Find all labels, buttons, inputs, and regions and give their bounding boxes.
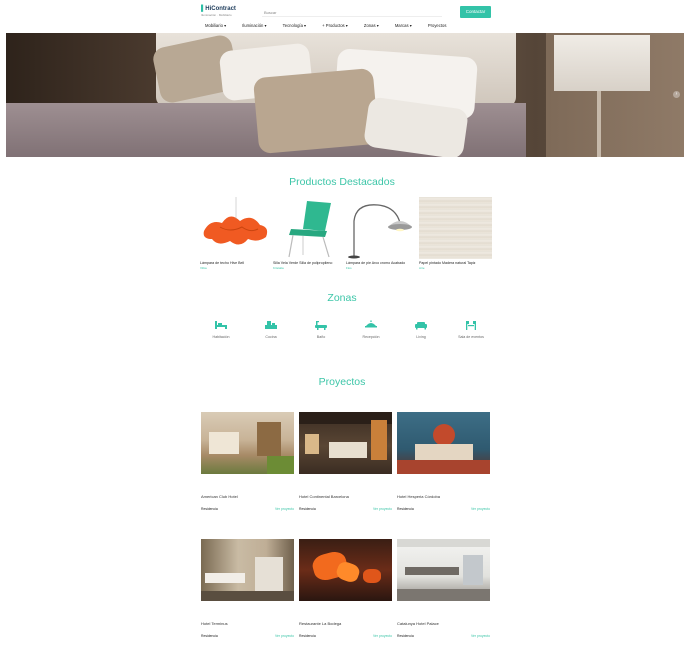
project-card[interactable]: Hotel Terminus Residencia Ver proyecto bbox=[201, 539, 294, 638]
search-input[interactable]: Buscar bbox=[262, 8, 442, 17]
project-zone: Residencia bbox=[299, 507, 316, 511]
product-brand: Kristalia bbox=[273, 266, 284, 270]
zone-label: Cocina bbox=[265, 335, 277, 339]
nav-item-marcas[interactable]: Marcas ▾ bbox=[395, 23, 412, 31]
site-logo[interactable]: ▌HiContract Iluminación · Mobiliario bbox=[201, 6, 245, 20]
zone-item-sala-eventos[interactable]: Sala de eventos bbox=[451, 320, 491, 339]
product-name: Papel pintado Madera natural Tapiz bbox=[419, 261, 476, 265]
product-card[interactable]: Silla Vela Verde Silla de polipropileno … bbox=[273, 197, 346, 270]
nav-item-proyectos[interactable]: Proyectos bbox=[428, 23, 447, 31]
project-card[interactable]: Restaurante La Bodega Residencia Ver pro… bbox=[299, 539, 392, 638]
product-image bbox=[419, 197, 492, 259]
project-name: Hotel Hesperia Córdoba bbox=[397, 494, 440, 499]
zone-label: Sala de eventos bbox=[458, 335, 484, 339]
project-image bbox=[201, 539, 294, 601]
zone-item-cocina[interactable]: Cocina bbox=[251, 320, 291, 339]
project-image bbox=[299, 539, 392, 601]
project-image bbox=[299, 412, 392, 474]
view-project-link[interactable]: Ver proyecto bbox=[471, 507, 490, 511]
product-image bbox=[346, 197, 419, 259]
logo-tagline: Iluminación · Mobiliario bbox=[201, 13, 232, 17]
zone-item-recepcion[interactable]: Recepción bbox=[351, 320, 391, 339]
hero-banner[interactable]: › bbox=[6, 33, 684, 157]
project-zone: Residencia bbox=[299, 634, 316, 638]
view-project-link[interactable]: Ver proyecto bbox=[275, 507, 294, 511]
product-card[interactable]: Lámpara de pie Arco cromo Acabado Flos bbox=[346, 197, 419, 270]
product-brand: Vibia bbox=[200, 266, 207, 270]
zone-label: Living bbox=[416, 335, 426, 339]
project-name: Catalunya Hotel Palace bbox=[397, 621, 439, 626]
kitchen-icon bbox=[265, 321, 277, 329]
zone-item-bano[interactable]: Baño bbox=[301, 320, 341, 339]
sofa-icon bbox=[415, 322, 427, 330]
contact-button[interactable]: Contactar bbox=[460, 6, 491, 18]
projects-title: Proyectos bbox=[318, 376, 366, 388]
view-project-link[interactable]: Ver proyecto bbox=[471, 634, 490, 638]
project-name: Hotel Terminus bbox=[201, 621, 228, 626]
zones-title: Zonas bbox=[327, 292, 357, 304]
bed-icon bbox=[215, 321, 227, 329]
product-card[interactable]: Lámpara de techo Hive Bell Vibia bbox=[200, 197, 273, 270]
project-zone: Residencia bbox=[397, 507, 414, 511]
product-card[interactable]: Papel pintado Madera natural Tapiz Arte bbox=[419, 197, 492, 270]
main-nav: Mobiliario ▾ Iluminación ▾ Tecnología ▾ … bbox=[205, 23, 446, 31]
chevron-right-icon[interactable]: › bbox=[673, 91, 680, 98]
view-project-link[interactable]: Ver proyecto bbox=[373, 634, 392, 638]
logo-text: HiContract bbox=[205, 6, 236, 12]
product-brand: Flos bbox=[346, 266, 352, 270]
project-zone: Residencia bbox=[397, 634, 414, 638]
product-name: Lámpara de pie Arco cromo Acabado bbox=[346, 261, 406, 265]
project-card[interactable]: Hotel Continental Barcelona Residencia V… bbox=[299, 412, 392, 511]
nav-item-tecnologia[interactable]: Tecnología ▾ bbox=[283, 23, 307, 31]
project-card[interactable]: American Club Hotel Residencia Ver proye… bbox=[201, 412, 294, 511]
product-name: Lámpara de techo Hive Bell bbox=[200, 261, 245, 265]
featured-products-title: Productos Destacados bbox=[289, 176, 395, 188]
project-image bbox=[201, 412, 294, 474]
zone-label: Recepción bbox=[362, 335, 380, 339]
project-name: American Club Hotel bbox=[201, 494, 238, 499]
product-image bbox=[200, 197, 273, 259]
product-name: Silla Vela Verde Silla de polipropileno bbox=[273, 261, 333, 265]
project-name: Hotel Continental Barcelona bbox=[299, 494, 349, 499]
zone-item-habitacion[interactable]: Habitación bbox=[201, 320, 241, 339]
logo-wordmark: ▌HiContract bbox=[201, 6, 236, 12]
nav-item-productos[interactable]: + Productos ▾ bbox=[322, 23, 348, 31]
zone-label: Habitación bbox=[212, 335, 230, 339]
nav-item-mobiliario[interactable]: Mobiliario ▾ bbox=[205, 23, 226, 31]
project-card[interactable]: Hotel Hesperia Córdoba Residencia Ver pr… bbox=[397, 412, 490, 511]
event-hall-icon bbox=[466, 321, 476, 330]
product-image bbox=[273, 197, 346, 259]
project-zone: Residencia bbox=[201, 634, 218, 638]
zone-label: Baño bbox=[316, 335, 326, 339]
project-image bbox=[397, 412, 490, 474]
zone-item-living[interactable]: Living bbox=[401, 320, 441, 339]
project-zone: Residencia bbox=[201, 507, 218, 511]
bath-icon bbox=[315, 321, 327, 330]
project-card[interactable]: Catalunya Hotel Palace Residencia Ver pr… bbox=[397, 539, 490, 638]
site-header: ▌HiContract Iluminación · Mobiliario Bus… bbox=[0, 0, 684, 32]
nav-item-iluminacion[interactable]: Iluminación ▾ bbox=[242, 23, 266, 31]
view-project-link[interactable]: Ver proyecto bbox=[275, 634, 294, 638]
view-project-link[interactable]: Ver proyecto bbox=[373, 507, 392, 511]
project-image bbox=[397, 539, 490, 601]
nav-item-zonas[interactable]: Zonas ▾ bbox=[364, 23, 379, 31]
reception-icon bbox=[365, 320, 377, 328]
product-brand: Arte bbox=[419, 266, 425, 270]
project-name: Restaurante La Bodega bbox=[299, 621, 342, 626]
